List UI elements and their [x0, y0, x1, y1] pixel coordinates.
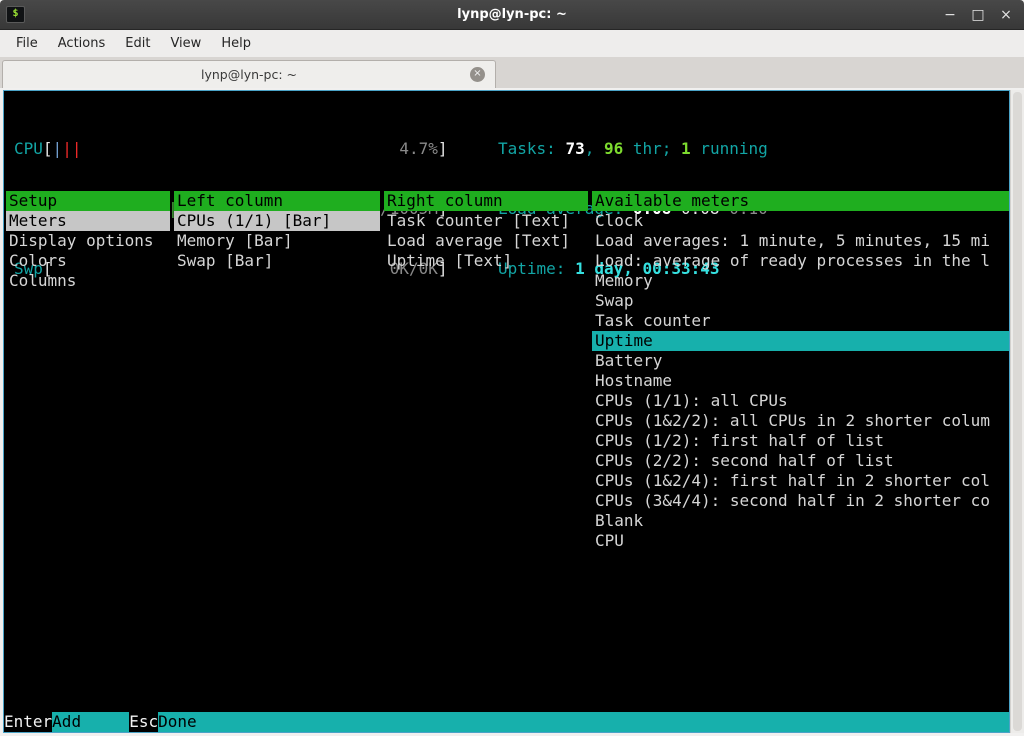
tasks-count: 73 — [565, 139, 584, 158]
tab-title: lynp@lyn-pc: ~ — [201, 67, 297, 82]
panel-available-meters: Available metersClockLoad averages: 1 mi… — [592, 191, 1009, 551]
window-controls: −□× — [938, 4, 1018, 26]
panel-item[interactable]: Blank — [592, 511, 1009, 531]
panel-item[interactable]: Display options — [6, 231, 170, 251]
menubar: FileActionsEditViewHelp — [0, 30, 1024, 58]
terminal-area: CPU[|||4.7%] Mem[|||||||||||||||||||||||… — [0, 88, 1024, 736]
menu-item-view[interactable]: View — [160, 32, 211, 55]
panel-item[interactable]: Load average [Text] — [384, 231, 588, 251]
menu-item-help[interactable]: Help — [211, 32, 261, 55]
panel-item[interactable]: Meters — [6, 211, 170, 231]
scrollbar-thumb[interactable] — [1013, 92, 1022, 731]
panel-item[interactable]: Uptime [Text] — [384, 251, 588, 271]
running-count: 1 — [681, 139, 691, 158]
fnlabel-done[interactable]: Done — [158, 712, 1009, 732]
window-title: lynp@lyn-pc: ~ — [0, 7, 1024, 22]
panel-item[interactable]: Memory [Bar] — [174, 231, 380, 251]
panel-item[interactable]: CPUs (3&4/4): second half in 2 shorter c… — [592, 491, 1009, 511]
meter-bracket: ] — [438, 139, 448, 159]
tasks-label: Tasks: — [498, 139, 565, 158]
panel-item[interactable]: Hostname — [592, 371, 1009, 391]
panel-item[interactable]: CPUs (1&2/4): first half in 2 shorter co… — [592, 471, 1009, 491]
panel-item[interactable]: CPUs (1/2): first half of list — [592, 431, 1009, 451]
panel-right-column: Right columnTask counter [Text]Load aver… — [384, 191, 588, 271]
menu-item-actions[interactable]: Actions — [48, 32, 116, 55]
window-titlebar: $ lynp@lyn-pc: ~ −□× — [0, 0, 1024, 30]
cpu-value: 4.7% — [399, 139, 438, 159]
minimize-button[interactable]: − — [938, 4, 962, 26]
cpu-ticks: ||| — [53, 139, 82, 158]
panel-header: Setup — [6, 191, 170, 211]
panel-left-column: Left columnCPUs (1/1) [Bar]Memory [Bar]S… — [174, 191, 380, 271]
panel-item[interactable]: Swap [Bar] — [174, 251, 380, 271]
panel-item[interactable]: Memory — [592, 271, 1009, 291]
terminal-window: $ lynp@lyn-pc: ~ −□× FileActionsEditView… — [0, 0, 1024, 736]
fnkey-esc[interactable]: Esc — [129, 712, 158, 732]
meter-tick-segment: | — [62, 139, 72, 158]
meter-tick-segment: | — [53, 139, 63, 158]
panel-item[interactable]: CPUs (1&2/2): all CPUs in 2 shorter colu… — [592, 411, 1009, 431]
panel-item[interactable]: Task counter [Text] — [384, 211, 588, 231]
panel-item[interactable]: Load: average of ready processes in the … — [592, 251, 1009, 271]
panel-item[interactable]: Swap — [592, 291, 1009, 311]
threads-count: 96 — [604, 139, 623, 158]
running-label: running — [691, 139, 768, 158]
fnlabel-add[interactable]: Add — [52, 712, 129, 732]
close-button[interactable]: × — [994, 4, 1018, 26]
function-bar: EnterAddEscDone — [4, 712, 1009, 732]
panel-header: Right column — [384, 191, 588, 211]
tasks-stat: Tasks: 73, 96 thr; 1 running — [498, 139, 768, 159]
panel-item[interactable]: CPU — [592, 531, 1009, 551]
fnkey-enter[interactable]: Enter — [4, 712, 52, 732]
panel-item[interactable]: CPUs (1/1): all CPUs — [592, 391, 1009, 411]
panel-item[interactable]: Load averages: 1 minute, 5 minutes, 15 m… — [592, 231, 1009, 251]
panel-header: Left column — [174, 191, 380, 211]
panels: SetupMetersDisplay optionsColorsColumnsL… — [4, 191, 1009, 708]
panel-setup: SetupMetersDisplay optionsColorsColumns — [6, 191, 170, 291]
terminal-tab[interactable]: lynp@lyn-pc: ~ × — [2, 60, 496, 88]
panel-item[interactable]: CPUs (1/1) [Bar] — [174, 211, 380, 231]
panel-item[interactable]: Battery — [592, 351, 1009, 371]
panel-item[interactable]: Columns — [6, 271, 170, 291]
panel-item[interactable]: Colors — [6, 251, 170, 271]
menu-item-file[interactable]: File — [6, 32, 48, 55]
panel-item[interactable]: CPUs (2/2): second half of list — [592, 451, 1009, 471]
tab-close-icon[interactable]: × — [470, 67, 485, 82]
panel-header: Available meters — [592, 191, 1009, 211]
threads-label: thr; — [623, 139, 681, 158]
meter-tick-segment: | — [72, 139, 82, 158]
cpu-meter: CPU[|||4.7%] — [14, 139, 448, 159]
meter-bracket: [ — [43, 139, 53, 159]
scrollbar[interactable] — [1010, 90, 1024, 733]
tab-bar: lynp@lyn-pc: ~ × — [0, 58, 1024, 88]
panel-item[interactable]: Task counter — [592, 311, 1009, 331]
panel-item[interactable]: Clock — [592, 211, 1009, 231]
tasks-sep: , — [585, 139, 604, 158]
maximize-button[interactable]: □ — [966, 4, 990, 26]
panel-item[interactable]: Uptime — [592, 331, 1009, 351]
cpu-meter-caption: CPU — [14, 139, 43, 159]
menu-item-edit[interactable]: Edit — [115, 32, 160, 55]
terminal-screen[interactable]: CPU[|||4.7%] Mem[|||||||||||||||||||||||… — [3, 90, 1010, 733]
